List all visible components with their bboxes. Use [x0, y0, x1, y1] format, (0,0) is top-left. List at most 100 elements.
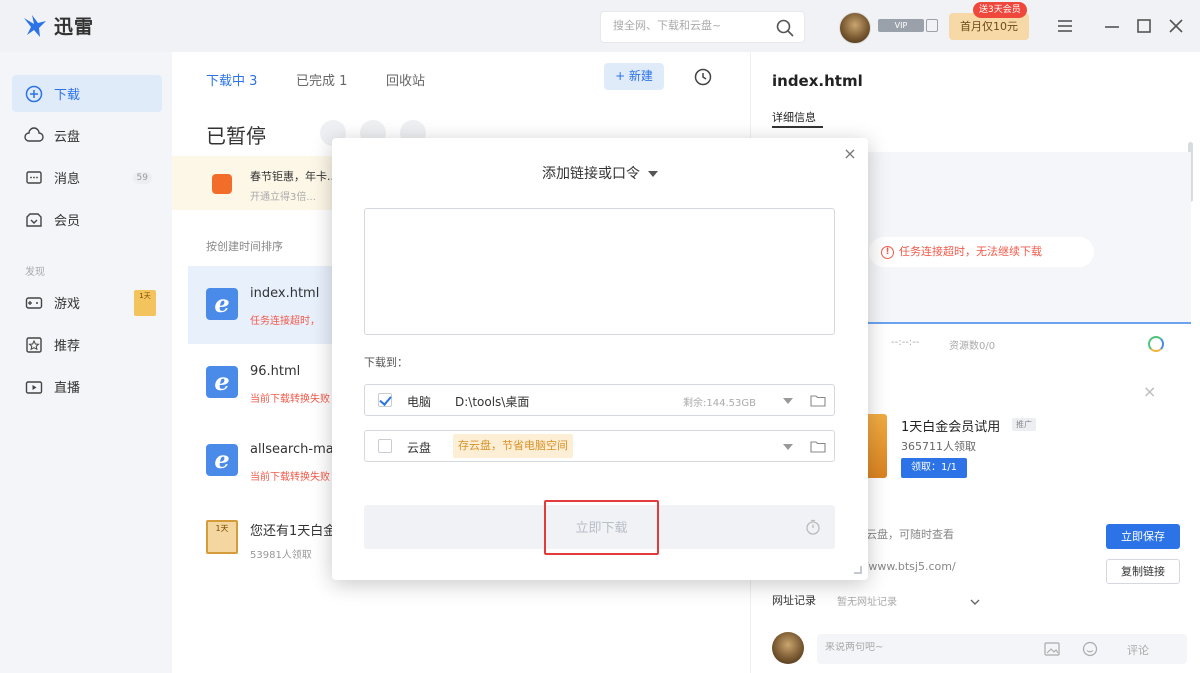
html-file-icon: e — [206, 288, 238, 320]
avatar — [772, 632, 804, 664]
warning-icon: ! — [881, 245, 894, 259]
sidebar-item-cloud[interactable]: 云盘 — [12, 117, 162, 154]
file-status: 当前下载转换失败 — [250, 472, 330, 483]
search-input[interactable] — [613, 19, 773, 32]
gift-icon — [212, 174, 232, 194]
timer-icon[interactable] — [804, 518, 822, 536]
vip-card-icon: 1天 — [206, 520, 238, 554]
cloud-label: 云盘 — [407, 441, 432, 455]
game-promo-badge: 1天 — [134, 290, 156, 316]
chevron-down-icon[interactable] — [783, 444, 793, 450]
sidebar-item-recommend[interactable]: 推荐 — [12, 326, 162, 363]
recommend-icon — [26, 336, 42, 353]
close-icon[interactable]: × — [842, 146, 858, 162]
vip-icon — [26, 212, 42, 227]
ad-title: 1天白金会员试用 — [901, 420, 1001, 435]
copy-link-button[interactable]: 复制链接 — [1106, 559, 1180, 584]
sidebar-item-label: 游戏 — [54, 297, 81, 312]
file-name: index.html — [250, 286, 320, 301]
cloud-icon — [24, 126, 44, 142]
tab-indicator — [772, 126, 823, 128]
comment-box[interactable]: 评论 — [817, 634, 1187, 664]
notice-subtitle: 开通立得3倍... — [250, 192, 316, 203]
file-name: 96.html — [250, 364, 301, 379]
sidebar-item-vip[interactable]: 会员 — [12, 201, 162, 238]
user-avatar[interactable] — [839, 12, 871, 44]
sidebar-item-download[interactable]: 下载 — [12, 75, 162, 112]
loading-icon — [1148, 336, 1164, 352]
message-icon — [26, 170, 42, 184]
error-message: ! 任务连接超时，无法继续下载 — [869, 237, 1094, 267]
link-input[interactable] — [364, 208, 835, 335]
tab-recycle-bin[interactable]: 回收站 — [386, 70, 425, 89]
new-task-button[interactable]: + 新建 — [604, 63, 664, 90]
user-level-tag-extra — [926, 19, 938, 32]
history-icon[interactable] — [692, 66, 714, 88]
sidebar-item-label: 下载 — [54, 88, 81, 103]
chevron-down-icon[interactable] — [783, 398, 793, 404]
thunder-bird-icon — [24, 14, 46, 37]
promo-title: 您还有1天白金 — [250, 524, 337, 539]
download-icon — [25, 85, 43, 102]
sidebar-item-messages[interactable]: 消息 59 — [12, 159, 162, 196]
sidebar: 下载 云盘 消息 59 会员 发现 游戏 1天 推荐 直播 — [0, 52, 172, 673]
download-to-label: 下载到： — [364, 356, 408, 369]
message-count-badge: 59 — [132, 171, 152, 184]
sidebar-item-live[interactable]: 直播 — [12, 368, 162, 405]
sidebar-item-label: 推荐 — [54, 339, 81, 354]
free-space: 剩余:144.53GB — [683, 398, 756, 409]
folder-icon[interactable] — [810, 440, 826, 453]
close-window-icon[interactable] — [1164, 14, 1188, 38]
game-icon — [25, 296, 43, 309]
menu-icon[interactable] — [1053, 14, 1077, 38]
ad-tag: 推广 — [1012, 418, 1036, 431]
chevron-down-icon[interactable] — [969, 596, 981, 608]
minimize-icon[interactable] — [1100, 14, 1124, 38]
sort-dropdown[interactable]: 按创建时间排序 — [206, 238, 283, 254]
add-link-dialog: 添加链接或口令 × 下载到： 电脑 D:\tools\桌面 剩余:144.53G… — [332, 138, 868, 580]
detail-title: index.html — [772, 72, 863, 90]
pc-path[interactable]: D:\tools\桌面 — [455, 393, 529, 410]
html-file-icon: e — [206, 366, 238, 398]
save-to-pc-row[interactable]: 电脑 D:\tools\桌面 剩余:144.53GB — [364, 384, 835, 416]
maximize-icon[interactable] — [1132, 14, 1156, 38]
sidebar-item-label: 消息 — [54, 172, 81, 187]
url-log-empty: 暂无网址记录 — [837, 597, 897, 608]
comment-submit[interactable]: 评论 — [1127, 642, 1149, 658]
tab-details[interactable]: 详细信息 — [772, 109, 816, 125]
discover-section-label: 发现 — [25, 267, 45, 278]
sidebar-item-label: 云盘 — [54, 130, 81, 145]
status-group-title: 已暂停 — [206, 124, 266, 148]
vip-offer-badge: 送3天会员 — [973, 2, 1027, 18]
notice-title: 春节钜惠，年卡... — [250, 170, 338, 183]
tab-completed[interactable]: 已完成 1 — [296, 70, 347, 89]
save-to-cloud-row[interactable]: 云盘 存云盘，节省电脑空间 — [364, 430, 835, 462]
file-status: 任务连接超时， — [250, 316, 320, 327]
close-ad-icon[interactable]: × — [1143, 382, 1156, 401]
claim-button[interactable]: 领取：1/1 — [901, 458, 967, 478]
error-text: 任务连接超时，无法继续下载 — [899, 245, 1042, 258]
resize-handle[interactable] — [854, 566, 862, 574]
sidebar-item-label: 直播 — [54, 381, 81, 396]
pc-checkbox[interactable] — [378, 393, 392, 407]
tab-downloading[interactable]: 下载中 3 — [206, 70, 257, 89]
search-icon[interactable] — [775, 18, 795, 38]
dialog-title-text: 添加链接或口令 — [542, 166, 640, 182]
save-now-button[interactable]: 立即保存 — [1106, 524, 1180, 549]
source-link[interactable]: //www.btsj5.com/ — [861, 560, 956, 573]
url-log-label: 网址记录 — [772, 594, 816, 607]
cloud-checkbox[interactable] — [378, 439, 392, 453]
file-status: 当前下载转换失败 — [250, 394, 330, 405]
html-file-icon: e — [206, 444, 238, 476]
folder-icon[interactable] — [810, 394, 826, 407]
search-box[interactable] — [600, 11, 805, 43]
comment-input[interactable] — [825, 642, 1025, 653]
emoji-icon[interactable] — [1081, 640, 1099, 658]
sidebar-item-label: 会员 — [54, 214, 81, 229]
image-icon[interactable] — [1043, 640, 1061, 658]
dialog-title[interactable]: 添加链接或口令 — [332, 163, 868, 183]
title-bar: 迅雷 VIP 首月仅10元 送3天会员 — [0, 0, 1200, 52]
download-now-button[interactable]: 立即下载 — [544, 500, 659, 555]
resource-count: 资源数0/0 — [949, 341, 996, 352]
app-logo: 迅雷 — [22, 12, 94, 39]
